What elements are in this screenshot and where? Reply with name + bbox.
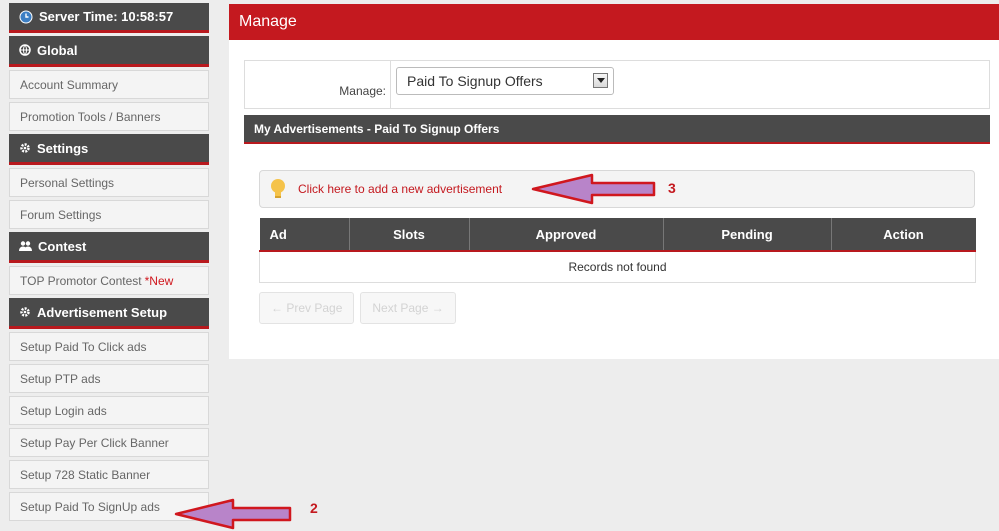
section-global: Global	[9, 36, 209, 67]
section-contest: Contest	[9, 232, 209, 263]
chevron-down-icon[interactable]	[593, 73, 608, 88]
sidebar-item-personal-settings[interactable]: Personal Settings	[9, 168, 209, 197]
pager: ← Prev Page Next Page →	[259, 292, 456, 324]
globe-icon	[19, 44, 31, 56]
sidebar-item-label: Setup Paid To SignUp ads	[20, 499, 160, 514]
manage-form: Manage: Paid To Signup Offers	[244, 60, 990, 109]
next-page-button[interactable]: Next Page →	[360, 292, 456, 324]
section-global-title: Global	[37, 42, 78, 58]
sidebar-item-label: TOP Promotor Contest	[20, 273, 142, 288]
sidebar-item-label: Forum Settings	[20, 207, 102, 222]
sidebar-item-setup-ppc-banner[interactable]: Setup Pay Per Click Banner	[9, 428, 209, 457]
sidebar-item-label: Promotion Tools / Banners	[20, 109, 161, 124]
annotation-label: 3	[668, 180, 676, 196]
section-advertisement-setup-title: Advertisement Setup	[37, 304, 168, 320]
gear-icon	[19, 142, 31, 154]
section-title: My Advertisements - Paid To Signup Offer…	[244, 115, 990, 144]
page-title: Manage	[229, 4, 999, 40]
sidebar-item-label: Setup PTP ads	[20, 371, 101, 386]
manage-label: Manage:	[245, 61, 391, 108]
annotation-arrow-icon	[174, 498, 292, 530]
new-badge: *New	[144, 273, 174, 288]
users-icon	[19, 240, 32, 252]
advertisements-table: Ad Slots Approved Pending Action Records…	[259, 218, 976, 283]
sidebar-item-top-promotor-contest[interactable]: TOP Promotor Contest *New	[9, 266, 209, 295]
sidebar-item-setup-login[interactable]: Setup Login ads	[9, 396, 209, 425]
annotation-arrow-icon	[531, 173, 656, 205]
sidebar-item-setup-728-banner[interactable]: Setup 728 Static Banner	[9, 460, 209, 489]
column-header-pending: Pending	[663, 218, 832, 252]
section-advertisement-setup: Advertisement Setup	[9, 298, 209, 329]
column-header-approved: Approved	[469, 218, 664, 252]
server-time: Server Time: 10:58:57	[9, 3, 209, 33]
sidebar: Server Time: 10:58:57 Global Account Sum…	[9, 3, 209, 521]
table-row: Records not found	[259, 250, 976, 283]
column-header-slots: Slots	[349, 218, 470, 252]
server-time-label: Server Time: 10:58:57	[39, 9, 174, 24]
manage-select[interactable]: Paid To Signup Offers	[396, 67, 614, 95]
lightbulb-icon	[270, 178, 286, 200]
sidebar-item-label: Setup Paid To Click ads	[20, 339, 147, 354]
section-settings-title: Settings	[37, 140, 89, 156]
sidebar-item-setup-ptc[interactable]: Setup Paid To Click ads	[9, 332, 209, 361]
clock-icon	[19, 10, 33, 24]
annotation-label: 2	[310, 500, 318, 516]
column-header-ad: Ad	[259, 218, 350, 252]
sidebar-item-label: Setup Pay Per Click Banner	[20, 435, 169, 450]
sidebar-item-label: Setup Login ads	[20, 403, 107, 418]
section-contest-title: Contest	[38, 238, 87, 254]
sidebar-item-promotion-tools[interactable]: Promotion Tools / Banners	[9, 102, 209, 131]
sidebar-item-label: Personal Settings	[20, 175, 115, 190]
gear-icon	[19, 306, 31, 318]
sidebar-item-account-summary[interactable]: Account Summary	[9, 70, 209, 99]
prev-page-button[interactable]: ← Prev Page	[259, 292, 355, 324]
section-settings: Settings	[9, 134, 209, 165]
sidebar-item-label: Setup 728 Static Banner	[20, 467, 151, 482]
sidebar-item-label: Account Summary	[20, 77, 119, 92]
column-header-action: Action	[831, 218, 976, 252]
sidebar-item-setup-ptp[interactable]: Setup PTP ads	[9, 364, 209, 393]
sidebar-item-forum-settings[interactable]: Forum Settings	[9, 200, 209, 229]
manage-select-value: Paid To Signup Offers	[407, 73, 543, 89]
empty-message: Records not found	[259, 250, 976, 283]
add-advertisement-link[interactable]: Click here to add a new advertisement	[298, 182, 502, 196]
